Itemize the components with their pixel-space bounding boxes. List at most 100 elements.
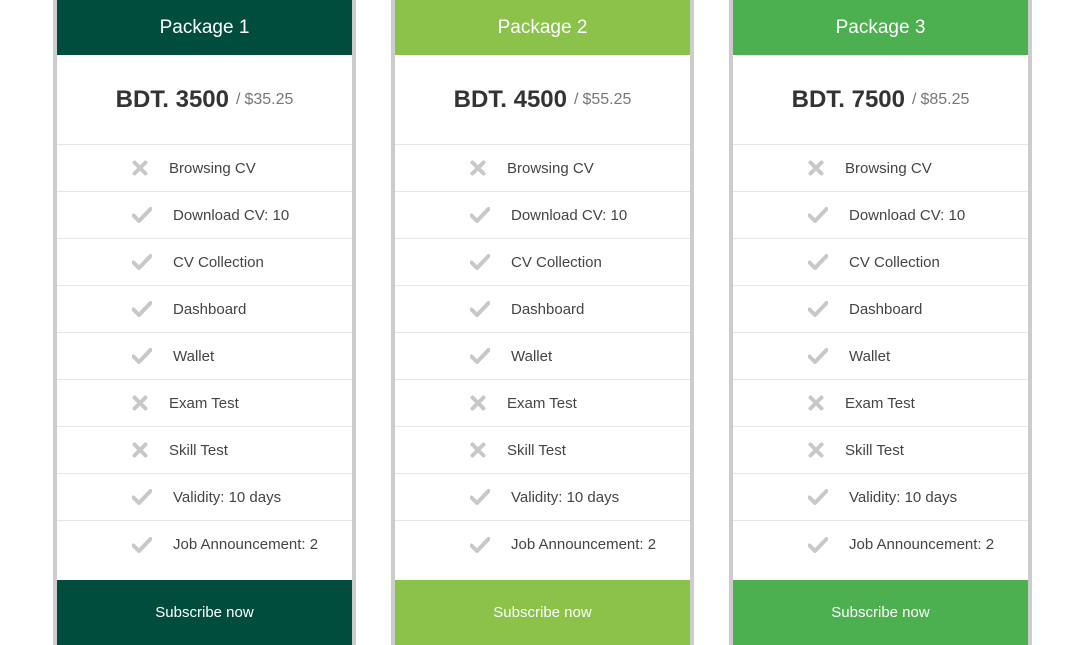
- check-icon: [470, 205, 490, 225]
- check-icon: [132, 487, 152, 507]
- feature-item: Wallet: [733, 333, 1028, 380]
- package-title: Package 2: [395, 0, 690, 55]
- feature-item: Exam Test: [395, 380, 690, 427]
- cross-icon: [130, 393, 150, 413]
- price-usd: $55.25: [582, 90, 632, 108]
- feature-item: Download CV: 10: [733, 192, 1028, 239]
- price-bdt: BDT. 4500: [453, 85, 567, 113]
- feature-label: Dashboard: [511, 300, 585, 318]
- pricing-board: Package 1 BDT. 3500 / $35.25 Browsing CV…: [0, 0, 1080, 645]
- feature-label: Dashboard: [173, 300, 247, 318]
- pricing-card-package-1: Package 1 BDT. 3500 / $35.25 Browsing CV…: [53, 0, 356, 645]
- check-icon: [132, 299, 152, 319]
- price-bdt: BDT. 7500: [791, 85, 905, 113]
- subscribe-button[interactable]: Subscribe now: [733, 580, 1028, 645]
- feature-item: CV Collection: [57, 239, 352, 286]
- package-title: Package 1: [57, 0, 352, 55]
- feature-label: Exam Test: [507, 394, 577, 412]
- feature-label: Wallet: [511, 347, 553, 365]
- feature-label: Exam Test: [845, 394, 915, 412]
- feature-item: Browsing CV: [57, 145, 352, 192]
- feature-item: Job Announcement: 2: [57, 521, 352, 568]
- feature-label: Skill Test: [169, 441, 228, 459]
- cross-icon: [130, 440, 150, 460]
- check-icon: [470, 535, 490, 555]
- price-separator: /: [574, 90, 579, 108]
- feature-label: Skill Test: [845, 441, 904, 459]
- cross-icon: [468, 393, 488, 413]
- check-icon: [470, 487, 490, 507]
- pricing-card-package-3: Package 3 BDT. 7500 / $85.25 Browsing CV…: [729, 0, 1032, 645]
- price-block: BDT. 3500 / $35.25: [57, 55, 352, 145]
- check-icon: [808, 346, 828, 366]
- cross-icon: [806, 158, 826, 178]
- feature-item: Validity: 10 days: [395, 474, 690, 521]
- cross-icon: [468, 440, 488, 460]
- check-icon: [808, 252, 828, 272]
- check-icon: [808, 299, 828, 319]
- cross-icon: [468, 158, 488, 178]
- check-icon: [132, 252, 152, 272]
- feature-label: Validity: 10 days: [173, 488, 282, 506]
- check-icon: [132, 205, 152, 225]
- feature-label: CV Collection: [511, 253, 602, 271]
- check-icon: [808, 535, 828, 555]
- feature-item: Job Announcement: 2: [733, 521, 1028, 568]
- feature-label: Skill Test: [507, 441, 566, 459]
- feature-label: Wallet: [849, 347, 891, 365]
- feature-item: Wallet: [57, 333, 352, 380]
- check-icon: [470, 346, 490, 366]
- feature-label: Browsing CV: [845, 159, 932, 177]
- feature-item: Skill Test: [733, 427, 1028, 474]
- price-usd: $35.25: [244, 90, 294, 108]
- feature-item: Wallet: [395, 333, 690, 380]
- feature-item: CV Collection: [733, 239, 1028, 286]
- feature-label: Validity: 10 days: [511, 488, 620, 506]
- check-icon: [132, 535, 152, 555]
- feature-label: Dashboard: [849, 300, 923, 318]
- cross-icon: [806, 440, 826, 460]
- feature-item: Download CV: 10: [57, 192, 352, 239]
- feature-list: Browsing CV Download CV: 10 CV Collection D…: [57, 145, 352, 568]
- feature-label: Job Announcement: 2: [511, 536, 657, 553]
- feature-label: Wallet: [173, 347, 215, 365]
- feature-item: Dashboard: [57, 286, 352, 333]
- feature-label: Browsing CV: [169, 159, 256, 177]
- feature-item: Exam Test: [733, 380, 1028, 427]
- feature-item: Job Announcement: 2: [395, 521, 690, 568]
- feature-item: Dashboard: [733, 286, 1028, 333]
- price-block: BDT. 4500 / $55.25: [395, 55, 690, 145]
- feature-item: Browsing CV: [733, 145, 1028, 192]
- subscribe-button[interactable]: Subscribe now: [395, 580, 690, 645]
- price-block: BDT. 7500 / $85.25: [733, 55, 1028, 145]
- feature-item: Skill Test: [57, 427, 352, 474]
- feature-item: Validity: 10 days: [57, 474, 352, 521]
- feature-label: CV Collection: [173, 253, 264, 271]
- cross-icon: [130, 158, 150, 178]
- feature-item: Browsing CV: [395, 145, 690, 192]
- feature-label: Browsing CV: [507, 159, 594, 177]
- feature-item: Dashboard: [395, 286, 690, 333]
- feature-label: Download CV: 10: [511, 206, 628, 224]
- feature-item: CV Collection: [395, 239, 690, 286]
- price-separator: /: [912, 90, 917, 108]
- feature-item: Exam Test: [57, 380, 352, 427]
- price-separator: /: [236, 90, 241, 108]
- feature-label: Exam Test: [169, 394, 239, 412]
- feature-label: Job Announcement: 2: [173, 536, 319, 553]
- feature-label: Validity: 10 days: [849, 488, 958, 506]
- subscribe-button[interactable]: Subscribe now: [57, 580, 352, 645]
- check-icon: [132, 346, 152, 366]
- check-icon: [470, 299, 490, 319]
- feature-item: Validity: 10 days: [733, 474, 1028, 521]
- package-title: Package 3: [733, 0, 1028, 55]
- check-icon: [808, 205, 828, 225]
- feature-list: Browsing CV Download CV: 10 CV Collection D…: [733, 145, 1028, 568]
- feature-item: Download CV: 10: [395, 192, 690, 239]
- feature-label: Download CV: 10: [173, 206, 290, 224]
- pricing-card-package-2: Package 2 BDT. 4500 / $55.25 Browsing CV…: [391, 0, 694, 645]
- feature-label: CV Collection: [849, 253, 940, 271]
- feature-label: Job Announcement: 2: [849, 536, 995, 553]
- check-icon: [470, 252, 490, 272]
- feature-label: Download CV: 10: [849, 206, 966, 224]
